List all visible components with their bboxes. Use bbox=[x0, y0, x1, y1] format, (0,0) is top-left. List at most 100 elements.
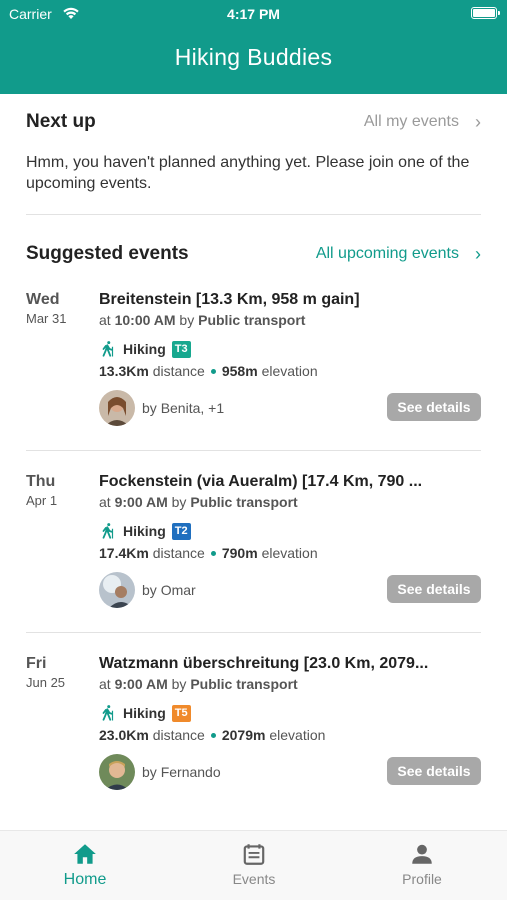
event-time-transport: at 10:00 AM by Public transport bbox=[99, 312, 305, 328]
see-details-button[interactable]: See details bbox=[387, 757, 481, 785]
elevation-label: elevation bbox=[269, 727, 326, 743]
see-details-button[interactable]: See details bbox=[387, 575, 481, 603]
event-date: Mar 31 bbox=[26, 311, 67, 326]
event-elevation: 2079m bbox=[221, 727, 266, 743]
suggested-title: Suggested events bbox=[26, 243, 189, 264]
event-distance: 13.3Km bbox=[99, 363, 149, 379]
tab-profile-label: Profile bbox=[402, 871, 442, 887]
difficulty-badge: T2 bbox=[171, 522, 191, 540]
tab-home[interactable]: Home bbox=[25, 841, 145, 889]
event-organizer: by Omar bbox=[142, 582, 196, 598]
hiking-icon bbox=[102, 705, 114, 721]
hiking-icon bbox=[102, 341, 114, 357]
by-label: by bbox=[142, 582, 157, 598]
event-stats: 17.4Km distance 790m elevation bbox=[99, 545, 318, 561]
tab-events[interactable]: Events bbox=[194, 841, 314, 887]
event-time-transport: at 9:00 AM by Public transport bbox=[99, 676, 298, 692]
by-label: by bbox=[179, 312, 195, 328]
difficulty-badge: T3 bbox=[171, 340, 191, 358]
person-icon bbox=[412, 844, 432, 864]
distance-label: distance bbox=[152, 363, 205, 379]
at-label: at bbox=[99, 494, 111, 510]
event-title: Watzmann überschreitung [23.0 Km, 2079..… bbox=[99, 655, 429, 672]
event-activity: Hiking T2 bbox=[99, 522, 191, 540]
event-distance: 23.0Km bbox=[99, 727, 149, 743]
activity-label: Hiking bbox=[123, 705, 166, 721]
by-label: by bbox=[142, 400, 157, 416]
event-date: Jun 25 bbox=[26, 675, 66, 690]
tab-home-label: Home bbox=[63, 871, 107, 888]
organizer-name: Omar bbox=[160, 582, 196, 598]
elevation-label: elevation bbox=[261, 545, 318, 561]
event-elevation: 958m bbox=[221, 363, 258, 379]
event-transport: Public transport bbox=[190, 676, 298, 692]
battery-icon bbox=[471, 7, 500, 19]
bullet-dot bbox=[210, 550, 216, 556]
by-label: by bbox=[171, 676, 187, 692]
next-up-header: Next up All my events › bbox=[26, 111, 481, 133]
see-details-button[interactable]: See details bbox=[387, 393, 481, 421]
divider bbox=[26, 214, 481, 215]
tab-profile[interactable]: Profile bbox=[362, 841, 482, 887]
event-date: Apr 1 bbox=[26, 493, 58, 508]
distance-label: distance bbox=[152, 545, 205, 561]
home-icon bbox=[74, 844, 96, 864]
hiking-icon bbox=[102, 523, 114, 539]
event-weekday: Fri bbox=[26, 655, 47, 672]
bullet-dot bbox=[210, 732, 216, 738]
tab-events-label: Events bbox=[232, 871, 276, 887]
avatar[interactable] bbox=[99, 572, 135, 608]
all-my-events-label: All my events bbox=[363, 113, 459, 130]
home-content[interactable]: Next up All my events › Hmm, you haven't… bbox=[0, 94, 507, 830]
event-card[interactable]: Thu Apr 1 Fockenstein (via Aueralm) [17.… bbox=[0, 473, 507, 633]
divider bbox=[26, 450, 481, 451]
at-label: at bbox=[99, 676, 111, 692]
event-card[interactable]: Fri Jun 25 Watzmann überschreitung [23.0… bbox=[0, 655, 507, 815]
event-time: 10:00 AM bbox=[114, 312, 176, 328]
status-time: 4:17 PM bbox=[227, 6, 280, 22]
event-weekday: Wed bbox=[26, 291, 60, 308]
divider bbox=[26, 632, 481, 633]
bullet-dot bbox=[210, 368, 216, 374]
all-upcoming-events-link[interactable]: All upcoming events › bbox=[316, 244, 481, 265]
organizer-name: Benita, +1 bbox=[160, 400, 225, 416]
distance-label: distance bbox=[152, 727, 205, 743]
at-label: at bbox=[99, 312, 111, 328]
event-elevation: 790m bbox=[221, 545, 258, 561]
avatar[interactable] bbox=[99, 754, 135, 790]
event-stats: 23.0Km distance 2079m elevation bbox=[99, 727, 325, 743]
chevron-right-icon: › bbox=[475, 111, 481, 132]
organizer-name: Fernando bbox=[160, 764, 221, 780]
empty-state-message: Hmm, you haven't planned anything yet. P… bbox=[26, 154, 470, 192]
by-label: by bbox=[142, 764, 157, 780]
difficulty-badge: T5 bbox=[171, 704, 191, 722]
event-time: 9:00 AM bbox=[114, 494, 168, 510]
elevation-label: elevation bbox=[261, 363, 318, 379]
event-stats: 13.3Km distance 958m elevation bbox=[99, 363, 318, 379]
all-upcoming-events-label: All upcoming events bbox=[315, 245, 459, 262]
event-weekday: Thu bbox=[26, 473, 56, 490]
suggested-header: Suggested events All upcoming events › bbox=[26, 243, 481, 265]
event-distance: 17.4Km bbox=[99, 545, 149, 561]
calendar-icon bbox=[243, 844, 265, 865]
chevron-right-icon: › bbox=[475, 243, 481, 264]
activity-label: Hiking bbox=[123, 341, 166, 357]
event-activity: Hiking T5 bbox=[99, 704, 191, 722]
activity-label: Hiking bbox=[123, 523, 166, 539]
avatar[interactable] bbox=[99, 390, 135, 426]
event-transport: Public transport bbox=[198, 312, 306, 328]
event-title: Breitenstein [13.3 Km, 958 m gain] bbox=[99, 291, 360, 308]
next-up-title: Next up bbox=[26, 111, 96, 132]
event-time: 9:00 AM bbox=[114, 676, 168, 692]
event-title: Fockenstein (via Aueralm) [17.4 Km, 790 … bbox=[99, 473, 423, 490]
status-bar: Carrier 4:17 PM bbox=[0, 0, 507, 28]
event-organizer: by Fernando bbox=[142, 764, 221, 780]
bottom-tab-bar: Home Events Profile bbox=[0, 830, 507, 900]
event-transport: Public transport bbox=[190, 494, 298, 510]
all-my-events-link[interactable]: All my events › bbox=[364, 112, 481, 133]
event-card[interactable]: Wed Mar 31 Breitenstein [13.3 Km, 958 m … bbox=[0, 291, 507, 451]
by-label: by bbox=[171, 494, 187, 510]
event-time-transport: at 9:00 AM by Public transport bbox=[99, 494, 298, 510]
page-title: Hiking Buddies bbox=[174, 44, 333, 70]
app-header: Carrier 4:17 PM Hiking Buddies bbox=[0, 0, 507, 94]
